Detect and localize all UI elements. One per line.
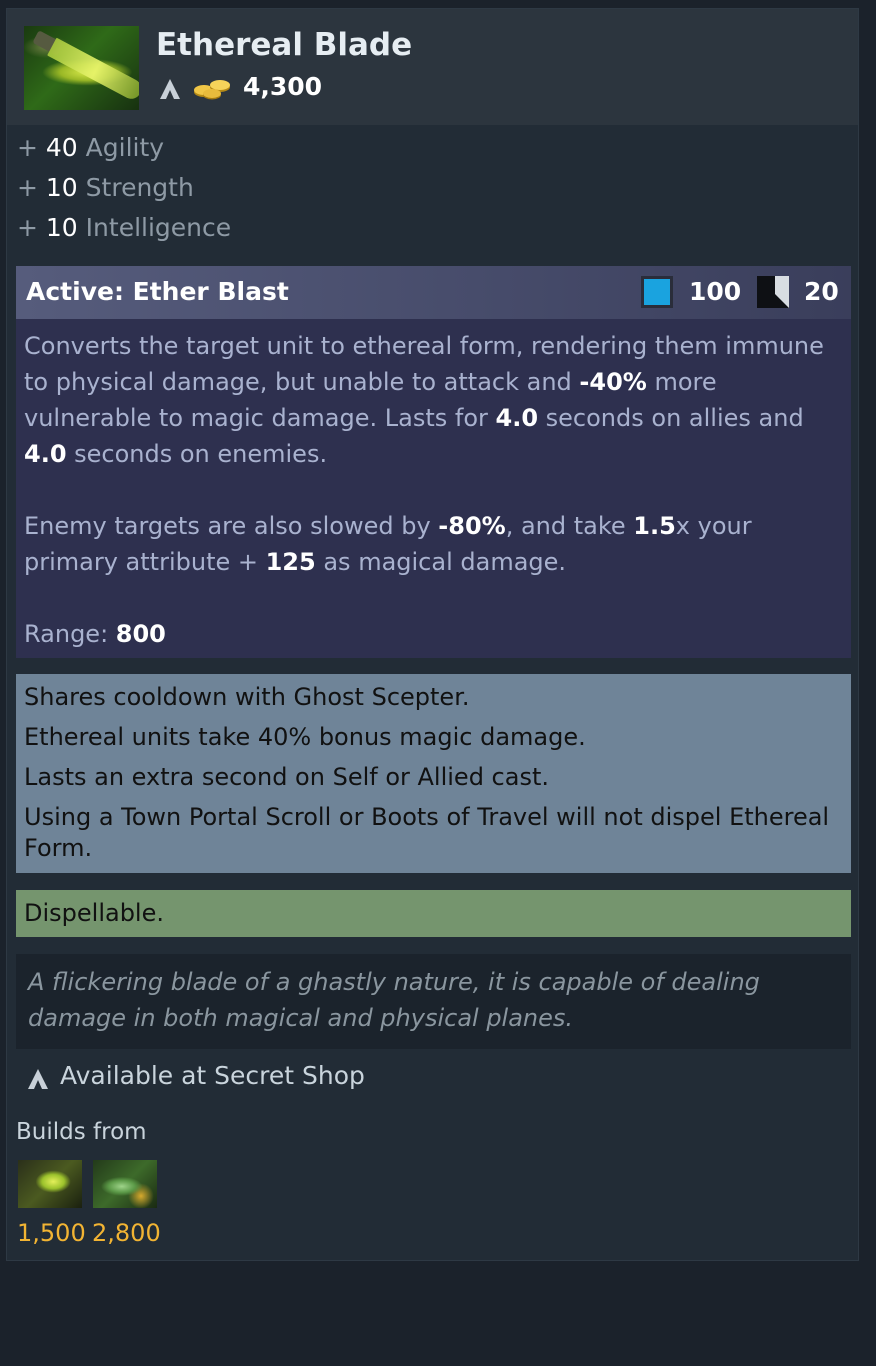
item-icon — [24, 26, 139, 110]
item-cost-row: 4,300 — [158, 72, 458, 104]
builds-from-label: Builds from — [16, 1119, 147, 1145]
shop-availability: Available at Secret Shop — [24, 1061, 524, 1095]
secret-shop-tent-icon — [28, 1069, 48, 1089]
item-notes: Shares cooldown with Ghost Scepter. Ethe… — [16, 674, 851, 873]
component-cost: 1,500 — [17, 1219, 86, 1247]
eaglesong-icon[interactable] — [93, 1160, 157, 1208]
item-header: Ethereal Blade 4,300 — [7, 9, 858, 125]
cooldown-icon — [757, 276, 789, 308]
ghost-scepter-icon[interactable] — [18, 1160, 82, 1208]
item-cost: 4,300 — [243, 72, 323, 101]
active-ability-section: Active: Ether Blast 100 20 Converts the … — [16, 266, 851, 658]
item-lore: A flickering blade of a ghastly nature, … — [16, 954, 851, 1049]
cooldown-value: 20 — [804, 277, 839, 306]
note-line: Shares cooldown with Ghost Scepter. — [24, 683, 470, 711]
attribute-intelligence: + 10 Intelligence — [17, 213, 232, 242]
gold-coins-icon — [194, 80, 230, 100]
dispellable-label: Dispellable. — [24, 899, 164, 927]
dispellable-section: Dispellable. — [16, 890, 851, 937]
shop-availability-text: Available at Secret Shop — [60, 1061, 365, 1090]
item-name: Ethereal Blade — [156, 27, 413, 63]
active-description-slow: Enemy targets are also slowed by -80%, a… — [24, 512, 752, 576]
mana-cost-value: 100 — [689, 277, 742, 306]
component-cost: 2,800 — [92, 1219, 161, 1247]
mana-cost-icon — [641, 276, 673, 308]
attribute-strength: + 10 Strength — [17, 173, 194, 202]
active-ability-header: Active: Ether Blast 100 20 — [16, 266, 851, 319]
active-description-main: Converts the target unit to ethereal for… — [24, 332, 824, 468]
note-line: Using a Town Portal Scroll or Boots of T… — [24, 803, 830, 862]
note-line: Ethereal units take 40% bonus magic dama… — [24, 723, 586, 751]
active-ability-title: Active: Ether Blast — [26, 277, 289, 306]
lore-text: A flickering blade of a ghastly nature, … — [28, 968, 760, 1032]
item-tooltip: Ethereal Blade 4,300 + 40 Agility + 10 S… — [6, 8, 859, 1261]
secret-shop-tent-icon — [160, 79, 180, 99]
active-range: Range: 800 — [24, 620, 166, 648]
note-line: Lasts an extra second on Self or Allied … — [24, 763, 549, 791]
attribute-agility: + 40 Agility — [17, 133, 165, 162]
